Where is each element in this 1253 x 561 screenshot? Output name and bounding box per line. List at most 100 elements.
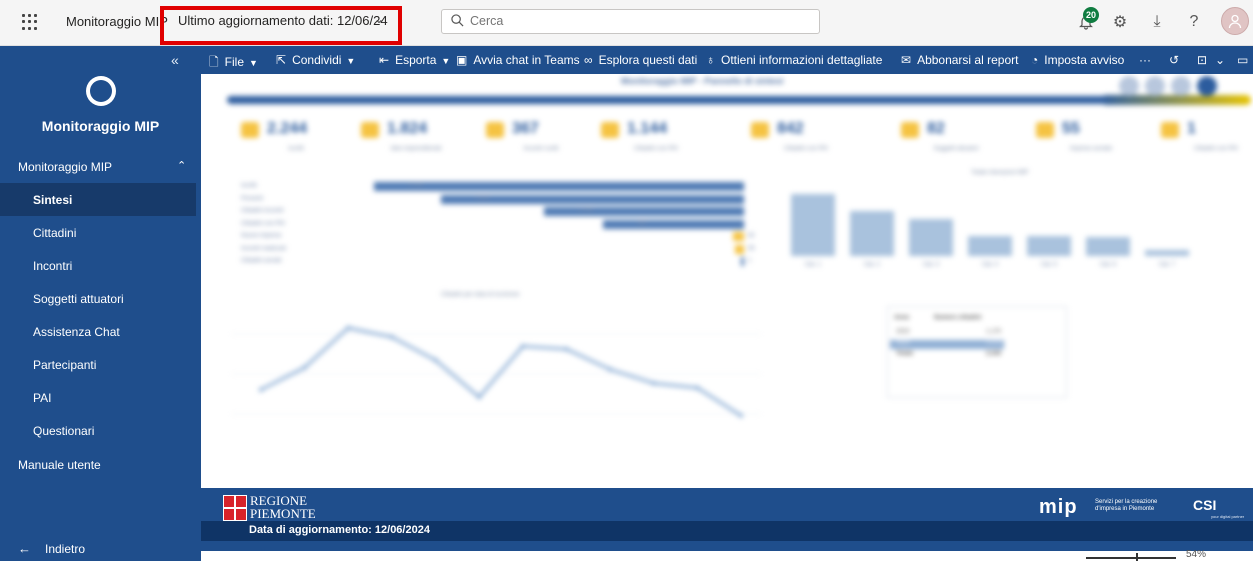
line-point[interactable] [389, 335, 394, 340]
hbar[interactable] [374, 182, 744, 191]
back-button[interactable]: ← Indietro [18, 541, 85, 556]
more-options-button[interactable]: ··· [1139, 53, 1151, 67]
sidebar-item-sintesi[interactable]: Sintesi [0, 183, 196, 216]
kpi-value: 55 [1062, 120, 1080, 137]
sidebar-item-cittadini[interactable]: Cittadini [0, 216, 196, 249]
hbar-label: Presenti [241, 195, 264, 202]
hbar[interactable] [734, 244, 744, 254]
hbar[interactable] [544, 207, 744, 216]
line-point[interactable] [608, 367, 613, 372]
line-point[interactable] [259, 387, 263, 392]
kpi-value: 842 [777, 120, 804, 137]
table-cell: 2.244 [986, 351, 1002, 357]
kpi-label: Imprese avviate [1069, 146, 1113, 152]
kpi-label: Idee imprenditoriali [390, 146, 442, 152]
line-point[interactable] [695, 385, 700, 390]
chevron-down-icon[interactable]: ⌄ [1215, 53, 1225, 67]
kpi-icon [486, 122, 504, 138]
report-canvas[interactable]: Monitoraggio MIP - Pannello di sintesi 2… [201, 74, 1253, 488]
zoom-slider-handle[interactable] [1136, 553, 1138, 561]
hbar-value: 1.824 [474, 195, 490, 202]
sidebar-item-soggetti-attuatori[interactable]: Soggetti attuatori [0, 282, 196, 315]
hbar[interactable] [741, 257, 744, 266]
line-point[interactable] [302, 365, 307, 370]
table-cell: 2023 [896, 329, 910, 335]
vbar[interactable] [909, 218, 953, 256]
teams-chat-button[interactable]: ▣ Avvia chat in Teams [456, 53, 580, 67]
kpi-card: 367 Incontri svolti [486, 118, 596, 162]
csi-logo: CSI [1193, 497, 1217, 513]
collapse-sidebar-icon[interactable]: « [171, 52, 179, 68]
hbar-value: 1 [748, 258, 752, 264]
notifications-bell-icon[interactable]: 20 [1075, 7, 1099, 33]
kpi-icon [601, 122, 619, 138]
vbar[interactable] [968, 235, 1012, 256]
explore-data-button[interactable]: ∞ Esplora questi dati [584, 53, 697, 67]
line-point[interactable] [564, 347, 569, 352]
kpi-card: 1 Cittadini con PAI [1161, 118, 1253, 162]
share-menu[interactable]: ⇱ Condividi ▼ [276, 53, 355, 67]
kpi-icon [1161, 122, 1179, 138]
notification-badge: 20 [1083, 7, 1099, 23]
kpi-card: 55 Imprese avviate [1036, 118, 1146, 162]
set-alert-button[interactable]: ◔ Imposta avviso [1031, 53, 1124, 67]
avatar[interactable] [1221, 7, 1249, 35]
kpi-value: 82 [927, 120, 945, 137]
help-icon[interactable]: ? [1183, 11, 1205, 33]
summary-table: Anno Numero cittadini 2023 1.170 2024 1.… [887, 306, 1067, 398]
line-point[interactable] [433, 358, 438, 363]
sidebar-item-assistenza-chat[interactable]: Assistenza Chat [0, 315, 196, 348]
vbar[interactable] [1145, 249, 1189, 256]
binoculars-icon: ∞ [584, 53, 593, 67]
sidebar-item-pai[interactable]: PAI [0, 381, 196, 414]
kpi-label: Cittadini con PAI [1194, 146, 1238, 152]
chevron-up-icon: ⌃ [177, 160, 187, 172]
hbar[interactable] [603, 219, 744, 229]
sidebar-item-questionari[interactable]: Questionari [0, 414, 196, 447]
insights-button[interactable]: ♁ Ottieni informazioni dettagliate [706, 53, 882, 67]
search-box[interactable] [441, 9, 820, 34]
download-icon[interactable]: ⤓ [1146, 11, 1168, 33]
settings-gear-icon[interactable]: ⚙ [1109, 11, 1131, 33]
export-menu[interactable]: ⇤ Esporta ▼ [379, 53, 450, 67]
search-icon [451, 14, 464, 27]
sidebar-item-incontri[interactable]: Incontri [0, 249, 196, 282]
line-point[interactable] [739, 413, 743, 418]
app-launcher-icon[interactable] [22, 14, 38, 30]
kpi-icon [241, 122, 259, 138]
line-point[interactable] [651, 381, 656, 386]
app-title[interactable]: Monitoraggio MIP [66, 14, 168, 29]
sidebar-section-monitoraggio[interactable]: Monitoraggio MIP ⌃ [0, 150, 201, 183]
share-icon: ⇱ [276, 53, 287, 67]
vbar[interactable] [850, 211, 894, 256]
line-point[interactable] [477, 395, 482, 400]
zoom-slider[interactable] [1086, 557, 1176, 559]
vbar[interactable] [791, 194, 835, 256]
subscribe-button[interactable]: ✉ Abbonarsi al report [901, 53, 1018, 67]
table-row: 2024 1.074 [890, 340, 1004, 349]
hbar-value: 55 [748, 245, 755, 252]
kpi-icon [751, 122, 769, 138]
kpi-value: 367 [512, 120, 539, 137]
hbar[interactable] [732, 232, 744, 241]
vbar[interactable] [1086, 237, 1130, 256]
line-point[interactable] [346, 325, 351, 330]
mip-subtitle: Servizi per la creazione d'impresa in Pi… [1095, 499, 1158, 512]
view-icon[interactable]: ▭ [1237, 53, 1248, 67]
line-point[interactable] [520, 344, 525, 349]
search-input[interactable] [470, 14, 800, 28]
kpi-card: 1.144 Cittadini con PAI [601, 118, 711, 162]
hbar-label: Cittadini avviati [241, 258, 282, 264]
bookmark-icon[interactable]: ⊡ [1197, 53, 1207, 67]
registrations-line-chart [231, 325, 761, 418]
header-band-accent [1101, 95, 1251, 105]
file-menu[interactable]: 🗋 File ▼ [209, 53, 258, 74]
vbar[interactable] [1027, 235, 1071, 256]
chevron-down-icon: ▼ [346, 56, 356, 66]
sidebar-item-partecipanti[interactable]: Partecipanti [0, 348, 196, 381]
sidebar-item-manuale-utente[interactable]: Manuale utente [18, 458, 101, 472]
table-cell: 1.074 [986, 340, 1002, 346]
csi-subtitle: your digital partner [1211, 514, 1245, 519]
hbar-label: Cittadini incontri [241, 208, 284, 214]
reset-icon[interactable]: ↺ [1169, 53, 1179, 67]
